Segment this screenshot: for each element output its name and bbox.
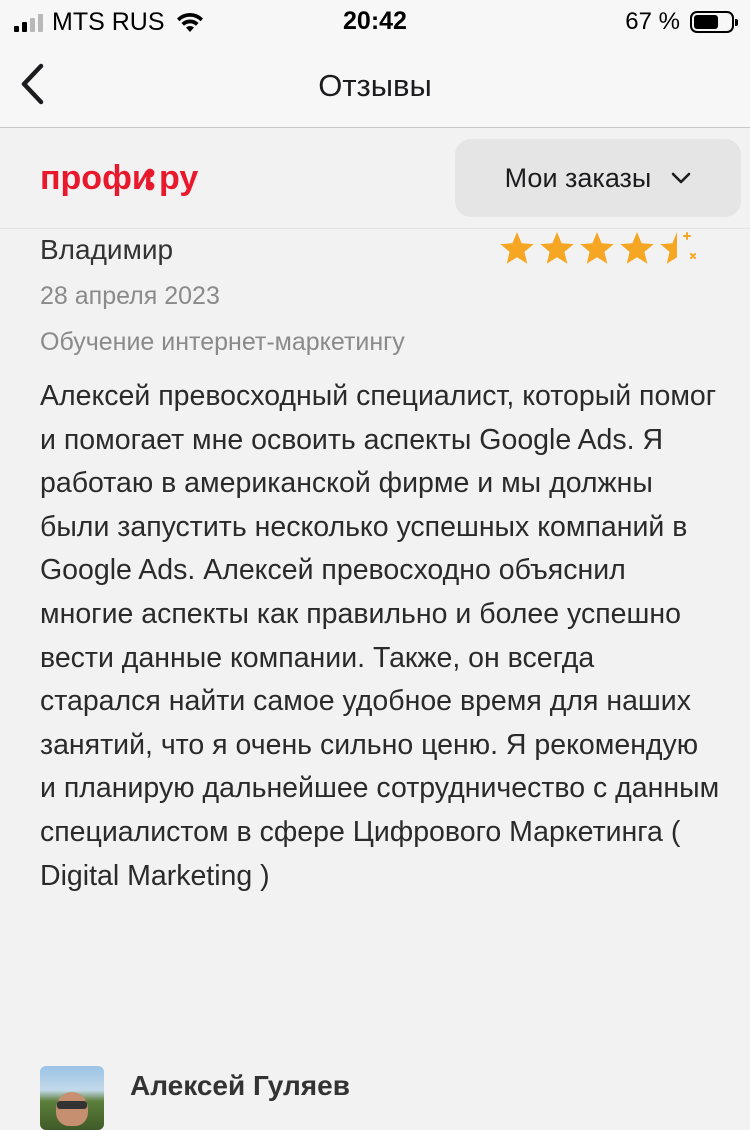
status-right: 67 % (625, 8, 738, 36)
chevron-down-icon (672, 172, 691, 184)
reply-author: Алексей Гуляев (40, 1066, 740, 1130)
svg-text:профи: профи (40, 159, 153, 197)
svg-text:ру: ру (159, 159, 198, 197)
star-filled-icon (580, 232, 614, 264)
review-date: 28 апреля 2023 (40, 282, 220, 310)
star-filled-icon (540, 232, 574, 264)
status-bar: MTS RUS 20:42 67 % (0, 0, 750, 44)
profi-ru-logo[interactable]: профи ру (40, 157, 232, 201)
navigation-bar: Отзывы (0, 44, 750, 128)
my-orders-label: Мои заказы (504, 162, 652, 193)
my-orders-button[interactable]: Мои заказы (455, 139, 741, 217)
battery-fill (694, 15, 719, 29)
reviewer-name: Владимир (40, 234, 174, 265)
rating-stars (498, 230, 696, 266)
star-filled-icon (620, 232, 654, 264)
battery-icon (690, 11, 738, 33)
review-text: Алексей превосходный специалист, который… (40, 380, 720, 892)
review-service: Обучение интернет-маркетингу (40, 328, 405, 356)
avatar[interactable] (40, 1066, 104, 1130)
star-half-icon (660, 232, 696, 264)
author-name: Алексей Гуляев (130, 1070, 350, 1101)
star-filled-icon (500, 232, 534, 264)
site-header: профи ру Мои заказы (0, 129, 750, 229)
battery-percent: 67 % (625, 8, 680, 35)
page-title: Отзывы (318, 68, 432, 103)
